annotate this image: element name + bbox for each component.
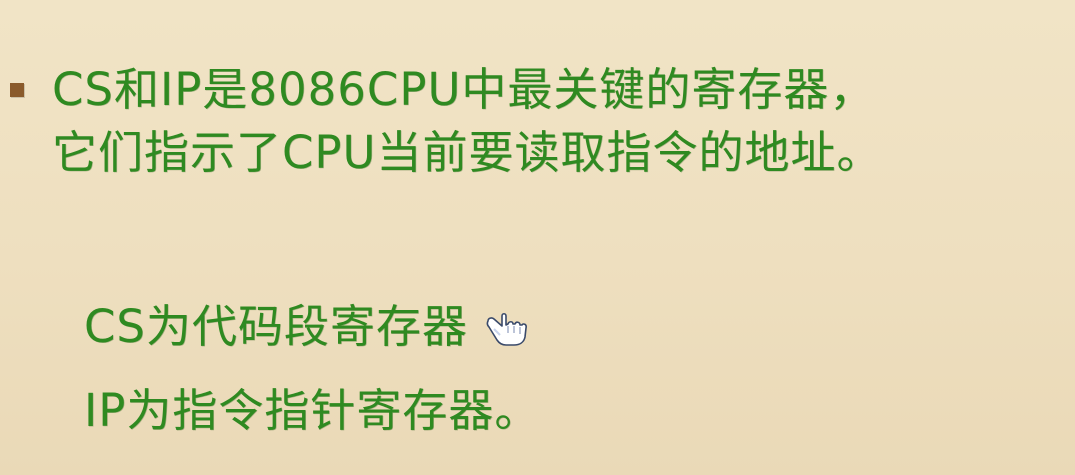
hand-pointer-icon[interactable] xyxy=(484,307,530,347)
square-bullet-icon xyxy=(10,83,24,97)
bullet-line-1: CS和IP是8086CPU中最关键的寄存器， xyxy=(52,63,876,116)
bullet-point: CS和IP是8086CPU中最关键的寄存器， 它们指示了CPU当前要读取指令的地… xyxy=(10,58,883,184)
slide: CS和IP是8086CPU中最关键的寄存器， 它们指示了CPU当前要读取指令的地… xyxy=(0,0,1075,475)
bullet-line-2: 它们指示了CPU当前要读取指令的地址。 xyxy=(52,126,883,179)
ip-description: IP为指令指针寄存器。 xyxy=(84,384,541,437)
sub-points: CS为代码段寄存器 IP为指令指针寄存器。 xyxy=(84,285,540,453)
cs-description: CS为代码段寄存器 xyxy=(84,300,468,353)
bullet-text: CS和IP是8086CPU中最关键的寄存器， 它们指示了CPU当前要读取指令的地… xyxy=(52,58,883,184)
sub-line-cs: CS为代码段寄存器 xyxy=(84,285,540,369)
sub-line-ip: IP为指令指针寄存器。 xyxy=(84,369,540,453)
